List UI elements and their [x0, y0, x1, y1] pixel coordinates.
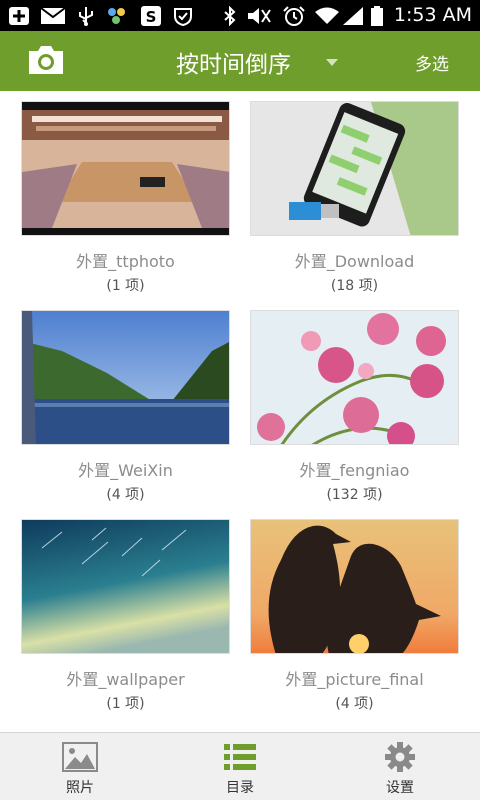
app-bar: 按时间倒序 多选: [0, 31, 480, 91]
caret-down-icon[interactable]: [326, 59, 338, 66]
alarm-icon: [283, 6, 305, 26]
battery-icon: [371, 6, 383, 26]
album-name: 外置_WeiXin: [78, 461, 173, 480]
camera-icon[interactable]: [26, 43, 66, 77]
tab-photos[interactable]: 照片: [0, 733, 160, 801]
s-app-icon: S: [141, 6, 161, 26]
status-bar: S 1:53 AM: [0, 0, 480, 31]
album-item[interactable]: 外置_picture_final (4 项): [250, 519, 459, 713]
album-thumbnail: [250, 310, 459, 445]
list-icon: [224, 744, 256, 770]
album-thumbnail: [250, 101, 459, 236]
album-item[interactable]: 外置_fengniao (132 项): [250, 310, 459, 504]
bottom-tab-bar: 照片 目录 设置: [0, 732, 480, 800]
album-item[interactable]: 外置_ttphoto (1 项): [21, 101, 230, 295]
clock: 1:53 AM: [393, 4, 472, 26]
album-name: 外置_wallpaper: [66, 670, 185, 689]
bluetooth-icon: [224, 6, 236, 26]
mute-icon: [248, 8, 271, 24]
photo-icon: [62, 742, 98, 772]
album-count: (1 项): [106, 278, 145, 294]
gear-icon: [385, 742, 415, 772]
album-item[interactable]: 外置_WeiXin (4 项): [21, 310, 230, 504]
tab-label: 目录: [226, 780, 254, 796]
album-count: (18 项): [330, 278, 379, 294]
wifi-icon: [315, 7, 339, 24]
sort-order-selector[interactable]: 按时间倒序: [176, 45, 291, 79]
tab-label: 设置: [386, 780, 414, 796]
album-thumbnail: [21, 519, 230, 654]
app-icon: [108, 8, 125, 24]
svg-text:S: S: [146, 8, 157, 26]
album-count: (132 项): [326, 487, 383, 503]
add-icon: [9, 7, 29, 25]
mail-icon: [40, 7, 66, 24]
tab-directory[interactable]: 目录: [160, 733, 320, 801]
album-name: 外置_fengniao: [299, 461, 410, 480]
tab-label: 照片: [66, 780, 94, 796]
album-name: 外置_ttphoto: [76, 252, 175, 271]
album-item[interactable]: 外置_Download (18 项): [250, 101, 459, 295]
usb-icon: [79, 7, 93, 26]
album-item[interactable]: 外置_wallpaper (1 项): [21, 519, 230, 713]
album-count: (4 项): [335, 696, 374, 712]
multi-select-button[interactable]: 多选: [415, 50, 449, 75]
vpn-icon: [174, 8, 192, 26]
album-count: (1 项): [106, 696, 145, 712]
album-count: (4 项): [106, 487, 145, 503]
album-thumbnail: [250, 519, 459, 654]
album-name: 外置_Download: [294, 252, 415, 271]
album-thumbnail: [21, 310, 230, 445]
tab-settings[interactable]: 设置: [320, 733, 480, 801]
album-thumbnail: [21, 101, 230, 236]
signal-icon: [343, 7, 363, 25]
album-name: 外置_picture_final: [285, 670, 424, 689]
album-grid: 外置_ttphoto (1 项) 外置_Download (18 项) 外置_W…: [0, 91, 480, 732]
